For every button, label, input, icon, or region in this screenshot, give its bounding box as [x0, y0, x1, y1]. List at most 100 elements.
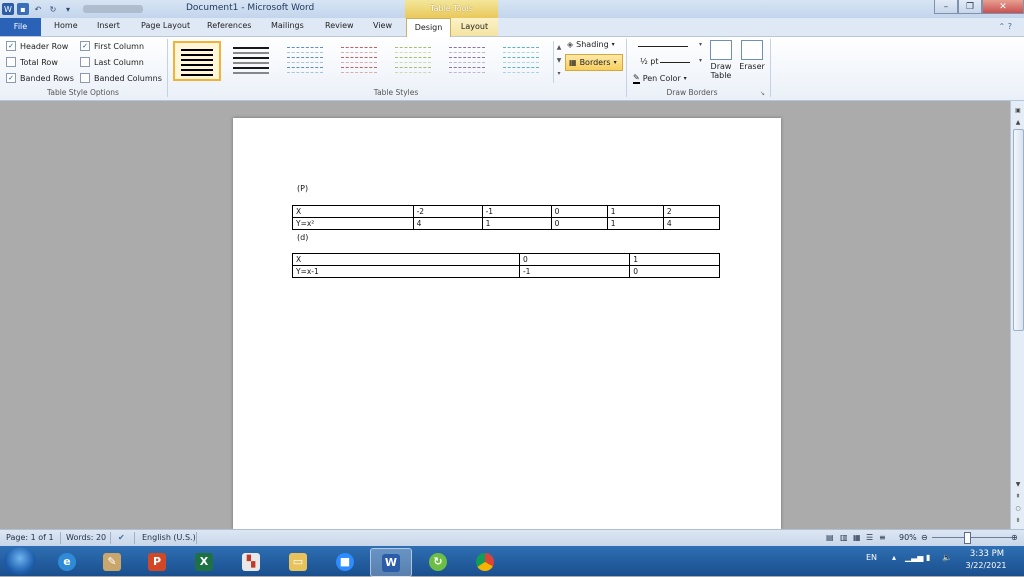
table-style-swatch[interactable] — [335, 41, 383, 81]
gallery-more-icon[interactable]: ▾ — [554, 67, 564, 80]
table-style-swatch[interactable] — [497, 41, 545, 81]
eraser-button[interactable]: Eraser — [737, 40, 767, 71]
taskbar-app[interactable]: ▚ — [231, 548, 271, 575]
taskbar-excel[interactable]: X — [184, 548, 224, 575]
scroll-thumb[interactable] — [1013, 129, 1024, 331]
zoom-in-icon[interactable]: ⊕ — [1011, 533, 1018, 542]
taskbar-word[interactable]: W — [370, 548, 412, 577]
header-row-checkbox[interactable]: ✓ Header Row — [6, 41, 68, 51]
zoom-level[interactable]: 90% — [899, 533, 917, 542]
table-cell[interactable]: 1 — [606, 217, 664, 230]
battery-icon[interactable]: ▮ — [926, 553, 930, 562]
tab-references[interactable]: References — [207, 21, 251, 30]
table-style-swatch[interactable] — [389, 41, 437, 81]
tab-file[interactable]: File — [0, 18, 41, 36]
shading-button[interactable]: ◈ Shading ▾ — [567, 40, 615, 49]
next-page-icon[interactable]: ⇟ — [1011, 517, 1024, 524]
table-cell[interactable]: 1 — [481, 217, 552, 230]
print-layout-view-icon[interactable]: ▤ — [826, 533, 834, 542]
table-cell[interactable]: -1 — [481, 205, 552, 218]
table-style-swatch[interactable] — [173, 41, 221, 81]
taskbar-chrome[interactable] — [465, 548, 505, 575]
word-app-icon[interactable]: W — [2, 3, 14, 15]
gallery-down-icon[interactable]: ▼ — [554, 54, 564, 67]
tab-insert[interactable]: Insert — [97, 21, 120, 30]
banded-columns-checkbox[interactable]: Banded Columns — [80, 73, 162, 83]
customize-qat-icon[interactable]: ▾ — [62, 3, 74, 15]
table-2[interactable]: X 0 1 Y=x-1 -1 0 — [292, 253, 720, 278]
zoom-slider-thumb[interactable] — [964, 532, 971, 544]
close-button[interactable]: ✕ — [982, 0, 1024, 14]
scroll-down-icon[interactable]: ▼ — [1011, 481, 1024, 488]
full-screen-view-icon[interactable]: ▥ — [840, 533, 848, 542]
previous-page-icon[interactable]: ⇞ — [1011, 493, 1024, 500]
outline-view-icon[interactable]: ☰ — [866, 533, 873, 542]
ruler-toggle-icon[interactable]: ▣ — [1011, 107, 1024, 114]
table-cell[interactable]: 1 — [606, 205, 664, 218]
table-cell[interactable]: 1 — [629, 253, 720, 266]
table-cell[interactable]: 0 — [550, 205, 608, 218]
paragraph-p[interactable]: (P) — [297, 184, 308, 193]
table-style-swatch[interactable] — [281, 41, 329, 81]
table-cell[interactable]: 0 — [629, 265, 720, 278]
table-cell[interactable]: 2 — [662, 205, 721, 218]
taskbar-paint[interactable]: ✎ — [92, 548, 132, 575]
gallery-up-icon[interactable]: ▲ — [554, 41, 564, 54]
table-cell[interactable]: 4 — [412, 217, 483, 230]
last-column-checkbox[interactable]: Last Column — [80, 57, 144, 67]
table-cell[interactable]: -1 — [518, 265, 631, 278]
table-1[interactable]: X -2 -1 0 1 2 Y=x² 4 1 0 1 4 — [292, 205, 721, 230]
proofing-icon[interactable]: ✔ — [118, 533, 125, 542]
borders-button[interactable]: ▦ Borders ▾ — [565, 54, 623, 71]
table-cell[interactable]: X — [292, 253, 520, 266]
table-cell[interactable]: 4 — [662, 217, 721, 230]
restore-button[interactable]: ❐ — [958, 0, 982, 14]
table-style-swatch[interactable] — [227, 41, 275, 81]
table-cell[interactable]: 0 — [518, 253, 631, 266]
tab-view[interactable]: View — [373, 21, 392, 30]
input-language[interactable]: EN — [866, 553, 877, 562]
paragraph-d[interactable]: (d) — [297, 233, 308, 242]
table-cell[interactable]: Y=x² — [292, 217, 414, 230]
taskbar-internet-explorer[interactable]: e — [47, 548, 87, 575]
pen-color-button[interactable]: ✎ Pen Color ▾ — [633, 73, 687, 84]
table-cell[interactable]: 0 — [550, 217, 608, 230]
save-icon[interactable]: ▪ — [17, 3, 29, 15]
banded-rows-checkbox[interactable]: ✓ Banded Rows — [6, 73, 74, 83]
taskbar-explorer[interactable]: ▭ — [278, 548, 318, 575]
taskbar-app-green[interactable]: ↻ — [418, 548, 458, 575]
minimize-button[interactable]: – — [934, 0, 958, 14]
volume-icon[interactable]: 🔈 — [942, 553, 952, 562]
zoom-out-icon[interactable]: ⊖ — [921, 533, 928, 542]
line-style-dropdown[interactable]: ▾ — [632, 40, 704, 52]
taskbar-zoom[interactable]: ■ — [325, 548, 365, 575]
network-signal-icon[interactable]: ▁▃▅ — [905, 553, 923, 562]
tab-review[interactable]: Review — [325, 21, 354, 30]
table-cell[interactable]: Y=x-1 — [292, 265, 520, 278]
line-weight-dropdown[interactable]: ½ pt ▾ — [632, 56, 704, 68]
table-cell[interactable]: X — [292, 205, 414, 218]
clock-time[interactable]: 3:33 PM — [968, 549, 1006, 559]
tab-home[interactable]: Home — [54, 21, 78, 30]
tab-layout[interactable]: Layout — [451, 18, 498, 36]
first-column-checkbox[interactable]: ✓ First Column — [80, 41, 144, 51]
page-count[interactable]: Page: 1 of 1 — [6, 533, 54, 542]
vertical-scrollbar[interactable]: ▣ ▲ ▼ ⇞ ○ ⇟ — [1010, 101, 1024, 529]
word-count[interactable]: Words: 20 — [66, 533, 106, 542]
tab-page-layout[interactable]: Page Layout — [141, 21, 190, 30]
language-indicator[interactable]: English (U.S.) — [142, 533, 196, 542]
web-layout-view-icon[interactable]: ▦ — [853, 533, 861, 542]
total-row-checkbox[interactable]: Total Row — [6, 57, 58, 67]
tab-design[interactable]: Design — [406, 18, 451, 38]
draft-view-icon[interactable]: ≡ — [879, 533, 886, 542]
redo-icon[interactable]: ↻ — [47, 3, 59, 15]
dialog-launcher-icon[interactable]: ↘ — [760, 90, 765, 97]
undo-icon[interactable]: ↶ — [32, 3, 44, 15]
table-cell[interactable]: -2 — [412, 205, 483, 218]
tab-mailings[interactable]: Mailings — [271, 21, 304, 30]
help-icon[interactable]: ⌃ ? — [999, 22, 1013, 31]
browse-object-icon[interactable]: ○ — [1011, 505, 1024, 512]
start-button[interactable] — [4, 547, 36, 575]
zoom-slider[interactable] — [932, 537, 1012, 538]
taskbar-powerpoint[interactable]: P — [137, 548, 177, 575]
